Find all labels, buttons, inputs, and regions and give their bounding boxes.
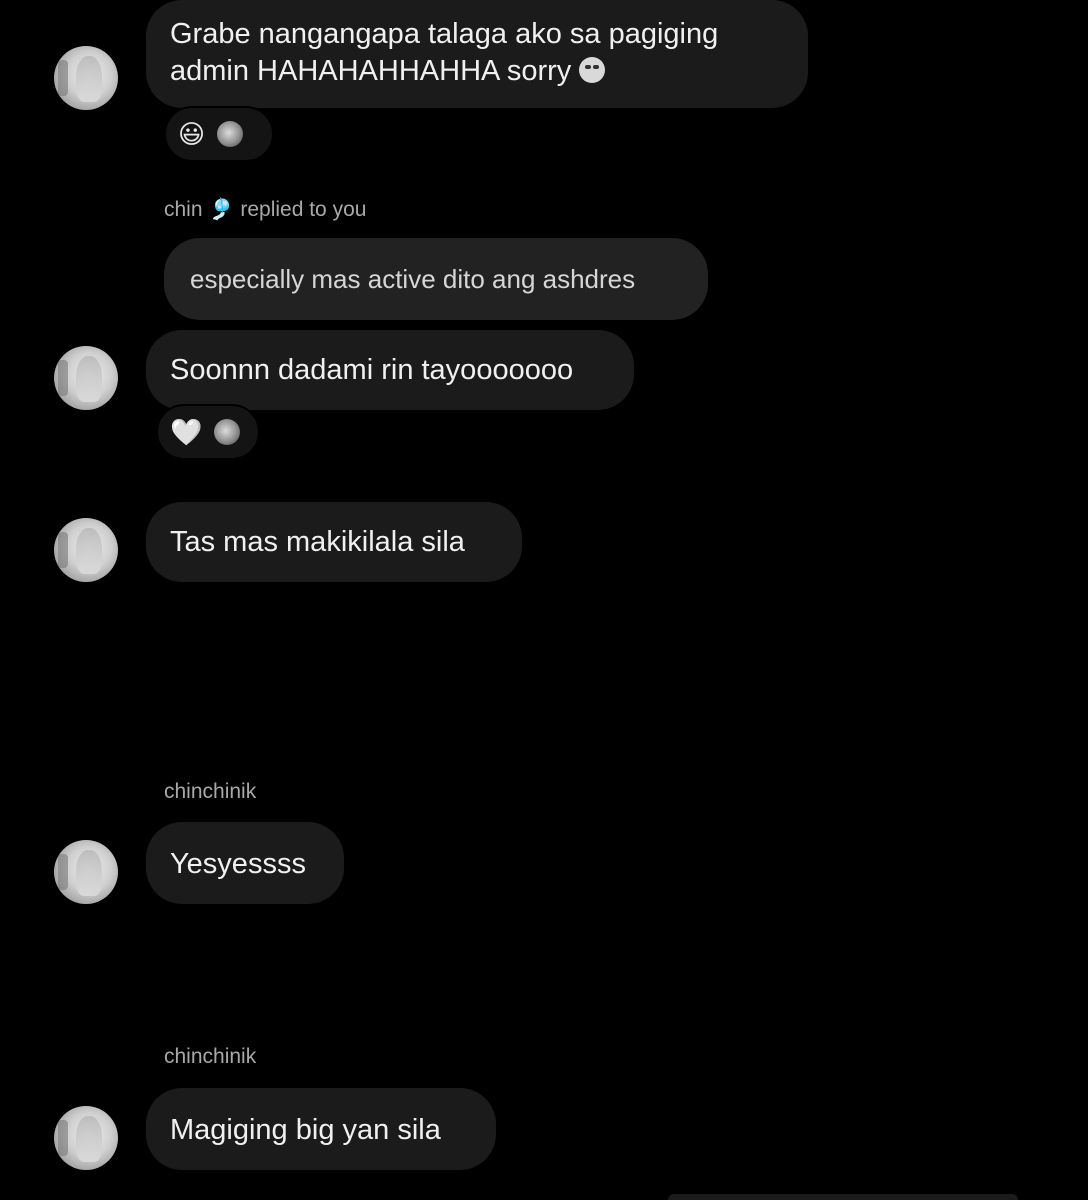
reactor-avatar [214,419,241,445]
sender-avatar[interactable] [54,346,118,410]
reaction-bar[interactable]: 😃 [164,106,274,162]
message-bubble[interactable]: Magiging big yan sila [146,1088,496,1170]
message-bubble[interactable]: Grabe nangangapa talaga ako sa pagiging … [146,0,808,108]
grinning-face-icon: 😃 [178,119,206,149]
sender-avatar[interactable] [54,46,118,110]
message-thread: Grabe nangangapa talaga ako sa pagiging … [0,0,1088,1200]
message-text: Yesyessss [170,848,306,880]
reply-indicator: chin 🎐 replied to you [164,198,367,221]
reactor-avatar [217,121,244,147]
message-text: Magiging big yan sila [170,1114,441,1146]
message-bubble[interactable]: Soonnn dadami rin tayooooooo [146,330,634,410]
message-text-line1: Grabe nangangapa talaga ako sa pagiging [170,18,719,50]
white-heart-icon: 🤍 [170,417,203,447]
message-bubble[interactable]: Yesyessss [146,822,344,904]
sender-avatar[interactable] [54,1106,118,1170]
sender-name: chinchinik [164,1045,257,1068]
crying-face-icon [579,57,606,83]
reaction-bar[interactable]: 🤍 [156,404,260,460]
sender-name: chinchinik [164,780,257,803]
reply-quote-text: especially mas active dito ang ashdres [190,264,636,294]
message-text: Tas mas makikilala sila [170,526,465,558]
next-message-bubble-edge [668,1194,1018,1200]
sender-avatar[interactable] [54,518,118,582]
message-text: Soonnn dadami rin tayooooooo [170,354,574,386]
message-text-line2: admin HAHAHAHHAHHA sorry [170,55,572,87]
replied-message-quote[interactable]: especially mas active dito ang ashdres [164,238,708,320]
message-bubble[interactable]: Tas mas makikilala sila [146,502,522,582]
sender-avatar[interactable] [54,840,118,904]
